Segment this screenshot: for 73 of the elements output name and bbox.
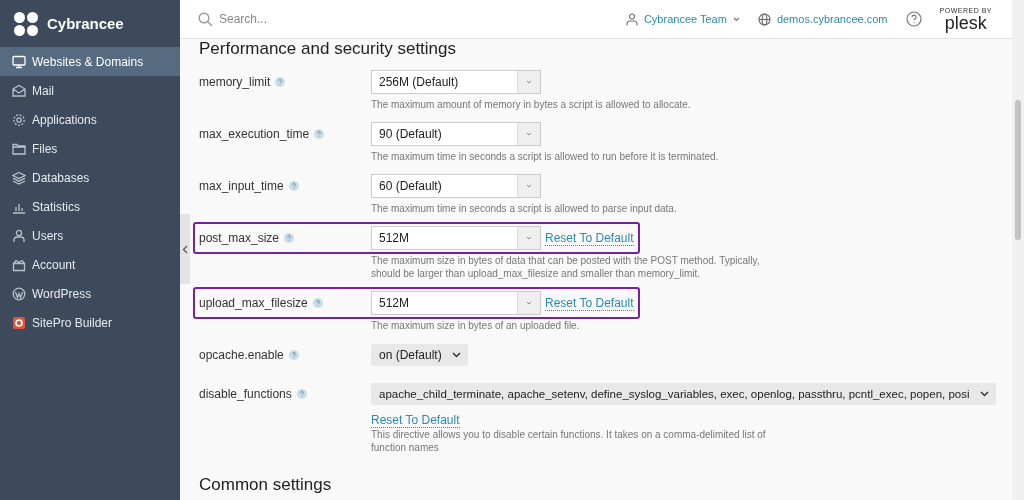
setting-label: upload_max_filesize: [199, 296, 308, 310]
combo-field[interactable]: 512M: [371, 291, 541, 315]
sitepro-icon: [12, 315, 26, 330]
gear-icon: [12, 112, 26, 127]
caret-icon: [526, 184, 532, 188]
caret-icon: [732, 16, 740, 22]
help-icon[interactable]: [296, 389, 307, 399]
plesk-logo: plesk: [944, 13, 987, 32]
hint-text: The maximum size in bytes of data that can be posted with the POST method. Typically, should be larger than upload_max_filesize and smaller than memory_limit.: [371, 254, 761, 280]
sidebar-item[interactable]: Account: [0, 250, 180, 279]
setting-label: disable_functions: [199, 387, 292, 401]
user-icon: [12, 228, 26, 243]
envelope-icon: [12, 83, 26, 98]
sidebar-item[interactable]: Statistics: [0, 192, 180, 221]
setting-label: post_max_size: [199, 231, 280, 245]
scrollbar-thumb[interactable]: [1015, 100, 1021, 240]
sidebar-item[interactable]: Files: [0, 134, 180, 163]
reset-link[interactable]: Reset To Default: [545, 230, 634, 246]
hint-text: The maximum time in seconds a script is allowed to run before it is terminated.: [371, 150, 720, 163]
caret-icon: [526, 132, 532, 136]
domain-link[interactable]: demos.cybrancee.com: [757, 12, 888, 26]
help-icon[interactable]: [288, 350, 299, 360]
sidebar-item[interactable]: WordPress: [0, 279, 180, 308]
help-icon[interactable]: [275, 77, 286, 87]
help-icon[interactable]: [905, 11, 922, 27]
combo-field[interactable]: 512M: [371, 226, 541, 250]
caret-icon: [526, 301, 532, 305]
search-field[interactable]: Search...: [219, 12, 359, 26]
user-menu[interactable]: Cybrancee Team: [625, 12, 740, 26]
caret-icon: [980, 391, 989, 397]
section-title: Performance and security settings: [199, 39, 457, 59]
setting-label: memory_limit: [199, 75, 271, 89]
caret-icon: [451, 352, 461, 358]
user-icon: [625, 12, 638, 26]
layers-icon: [12, 170, 26, 185]
setting-label: opcache.enable: [199, 348, 284, 362]
help-icon[interactable]: [314, 129, 325, 139]
reset-link[interactable]: Reset To Default: [545, 295, 634, 311]
monitor-icon: [12, 54, 26, 69]
setting-label: max_execution_time: [199, 127, 310, 141]
wordpress-icon: [12, 286, 26, 301]
sidebar-item[interactable]: Websites & Domains: [0, 47, 180, 76]
search-icon: [198, 11, 213, 27]
help-icon[interactable]: [284, 233, 295, 243]
sidebar-item[interactable]: Databases: [0, 163, 180, 192]
hint-text: The maximum amount of memory in bytes a script is allowed to allocate.: [371, 98, 692, 111]
chevron-left-icon: [182, 244, 188, 254]
sidebar-item[interactable]: Mail: [0, 76, 180, 105]
logo-icon: [13, 10, 39, 37]
combo-field[interactable]: 90 (Default): [371, 122, 541, 146]
dropdown[interactable]: apache_child_terminate, apache_setenv, define_syslog_variables, exec, openlog, passthru, pcntl_exec, popen, posi: [371, 383, 996, 405]
crown-icon: [12, 257, 26, 272]
hint-text: The maximum size in bytes of an uploaded file.: [371, 319, 581, 332]
dropdown[interactable]: on (Default): [371, 344, 468, 366]
section-title: Common settings: [199, 474, 333, 495]
help-icon[interactable]: [312, 298, 323, 308]
globe-icon: [757, 12, 771, 26]
brand-name: Cybrancee: [47, 15, 124, 32]
scrollbar[interactable]: [1012, 0, 1024, 500]
sidebar-item[interactable]: Users: [0, 221, 180, 250]
caret-icon: [526, 80, 532, 84]
combo-field[interactable]: 256M (Default): [371, 70, 541, 94]
sidebar-item[interactable]: SitePro Builder: [0, 308, 180, 337]
help-icon[interactable]: [288, 181, 299, 191]
combo-field[interactable]: 60 (Default): [371, 174, 541, 198]
setting-label: max_input_time: [199, 179, 284, 193]
hint-text: The maximum time in seconds a script is allowed to parse input data.: [371, 202, 678, 215]
caret-icon: [526, 236, 532, 240]
hint-text: This directive allows you to disable certain functions. It takes on a comma-delimited list of function names: [371, 428, 767, 454]
collapse-handle[interactable]: [180, 214, 190, 284]
sidebar-item[interactable]: Applications: [0, 105, 180, 134]
folder-icon: [12, 141, 26, 156]
reset-link[interactable]: Reset To Default: [371, 413, 460, 428]
